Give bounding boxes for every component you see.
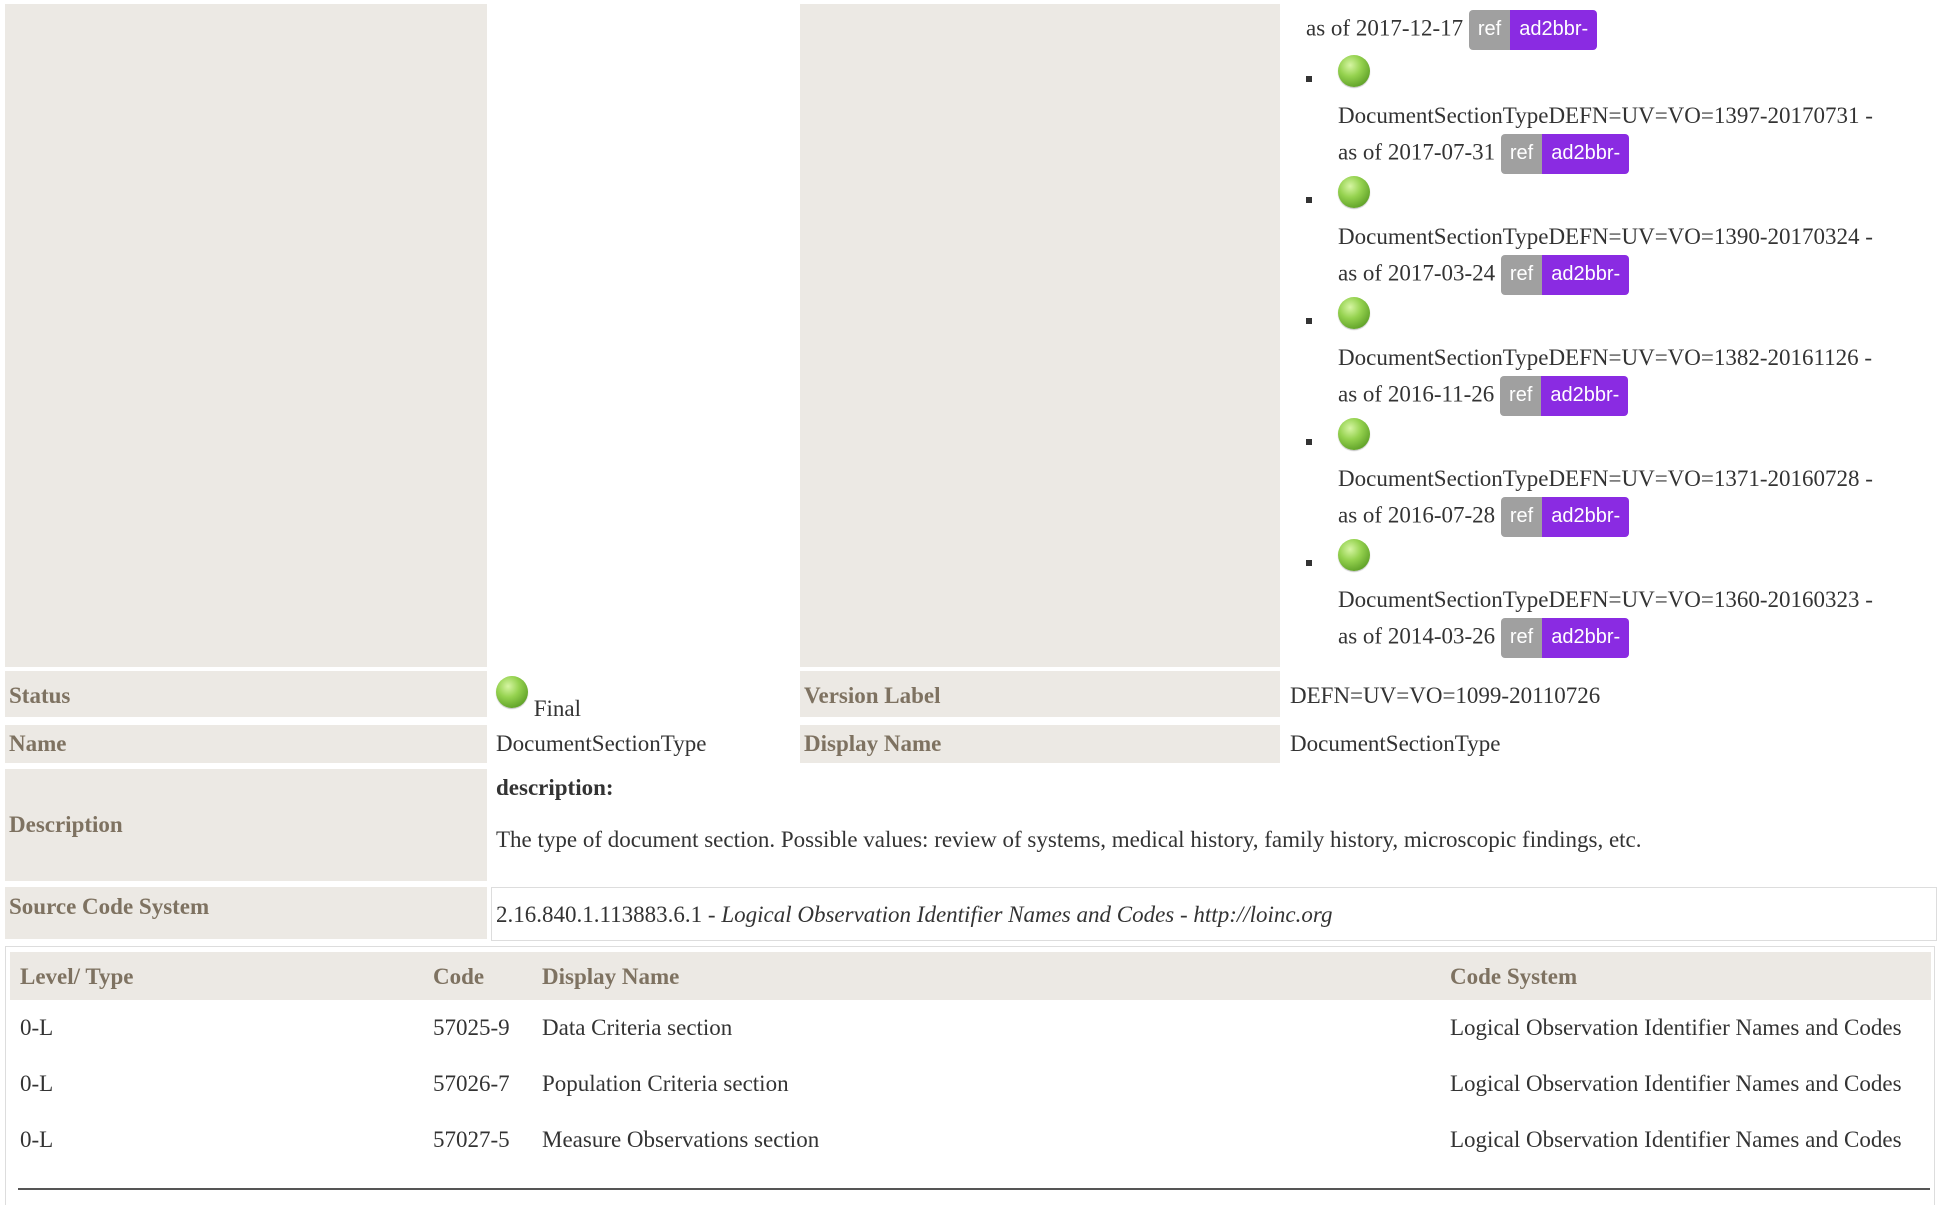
cell-display-name: Measure Observations section — [542, 1127, 820, 1152]
name-label: Name — [5, 725, 487, 763]
version-date: as of 2016-07-28 — [1338, 502, 1496, 528]
status-label: Status — [5, 671, 487, 717]
cell-code-system: Logical Observation Identifier Names and… — [1450, 1127, 1902, 1152]
version-id[interactable]: DocumentSectionTypeDEFN=UV=VO=1382-20161… — [1338, 340, 1936, 376]
cell-code: 57027-5 — [433, 1127, 510, 1152]
status-dot-icon — [1338, 539, 1370, 571]
version-item: DocumentSectionTypeDEFN=UV=VO=1360-20160… — [1338, 539, 1936, 658]
version-badge[interactable]: ad2bbr- — [1510, 10, 1598, 50]
list-bullet — [1306, 76, 1312, 82]
status-text: Final — [533, 696, 582, 721]
ref-badge[interactable]: ref — [1500, 497, 1543, 537]
cell-level-type: 0-L — [20, 1015, 54, 1040]
column-header-code-system: Code System — [1450, 964, 1578, 989]
display-name-label: Display Name — [800, 725, 1280, 763]
cell-code: 57025-9 — [433, 1015, 510, 1040]
status-dot-icon — [1338, 418, 1370, 450]
list-bullet — [1306, 439, 1312, 445]
version-label-label: Version Label — [800, 671, 1280, 717]
status-value: Final — [496, 676, 581, 727]
version-badge[interactable]: ad2bbr- — [1542, 134, 1630, 174]
ref-badge[interactable]: ref — [1500, 376, 1542, 416]
column-header-level-type: Level/ Type — [20, 964, 134, 989]
version-badge[interactable]: ad2bbr- — [1542, 255, 1630, 295]
version-id[interactable]: DocumentSectionTypeDEFN=UV=VO=1397-20170… — [1338, 98, 1936, 134]
version-item: DocumentSectionTypeDEFN=UV=VO=1397-20170… — [1338, 55, 1936, 174]
cell-code-system: Logical Observation Identifier Names and… — [1450, 1071, 1902, 1096]
bottom-divider — [18, 1188, 1930, 1190]
status-dot-icon — [1338, 55, 1370, 87]
column-header-code: Code — [433, 964, 485, 989]
version-id[interactable]: DocumentSectionTypeDEFN=UV=VO=1360-20160… — [1338, 582, 1936, 618]
cell-level-type: 0-L — [20, 1127, 54, 1152]
cell-code-system: Logical Observation Identifier Names and… — [1450, 1015, 1902, 1040]
version-item-fragment: as of 2017-12-17 ref ad2bbr- — [1306, 10, 1936, 50]
version-item: DocumentSectionTypeDEFN=UV=VO=1371-20160… — [1338, 418, 1936, 537]
ref-badge[interactable]: ref — [1500, 618, 1543, 658]
top-mid-block — [800, 4, 1280, 667]
version-item: DocumentSectionTypeDEFN=UV=VO=1390-20170… — [1338, 176, 1936, 295]
description-label: Description — [5, 769, 487, 881]
version-id[interactable]: DocumentSectionTypeDEFN=UV=VO=1371-20160… — [1338, 461, 1936, 497]
version-date: as of 2014-03-26 — [1338, 623, 1496, 649]
cell-code: 57026-7 — [433, 1071, 510, 1096]
version-label-value: DEFN=UV=VO=1099-20110726 — [1290, 683, 1601, 708]
list-bullet — [1306, 197, 1312, 203]
description-text: The type of document section. Possible v… — [496, 827, 1642, 852]
version-date: as of 2017-03-24 — [1338, 260, 1496, 286]
version-badge[interactable]: ad2bbr- — [1542, 618, 1630, 658]
column-header-display-name: Display Name — [542, 964, 680, 989]
top-left-block — [5, 4, 487, 667]
version-id[interactable]: DocumentSectionTypeDEFN=UV=VO=1390-20170… — [1338, 219, 1936, 255]
status-dot-icon — [496, 676, 528, 708]
code-system-sep: - — [1174, 902, 1194, 927]
codes-table-header — [10, 952, 1931, 1000]
version-date: as of 2017-12-17 — [1306, 15, 1464, 41]
code-system-name: Logical Observation Identifier Names and… — [721, 902, 1175, 927]
list-bullet — [1306, 318, 1312, 324]
source-code-system-label: Source Code System — [5, 887, 487, 939]
status-dot-icon — [1338, 297, 1370, 329]
code-system-url[interactable]: http://loinc.org — [1193, 902, 1332, 927]
status-dot-icon — [1338, 176, 1370, 208]
cell-display-name: Data Criteria section — [542, 1015, 733, 1040]
version-badge[interactable]: ad2bbr- — [1542, 497, 1630, 537]
version-date: as of 2017-07-31 — [1338, 139, 1496, 165]
version-date: as of 2016-11-26 — [1338, 381, 1495, 407]
ref-badge[interactable]: ref — [1500, 134, 1543, 174]
cell-display-name: Population Criteria section — [542, 1071, 789, 1096]
ref-badge[interactable]: ref — [1468, 10, 1511, 50]
source-code-system-value: 2.16.840.1.113883.6.1 - Logical Observat… — [496, 899, 1332, 931]
code-system-oid: 2.16.840.1.113883.6.1 - — [496, 902, 722, 927]
name-value: DocumentSectionType — [496, 731, 707, 756]
version-item: DocumentSectionTypeDEFN=UV=VO=1382-20161… — [1338, 297, 1936, 416]
description-heading: description: — [496, 775, 614, 800]
display-name-value: DocumentSectionType — [1290, 731, 1501, 756]
cell-level-type: 0-L — [20, 1071, 54, 1096]
ref-badge[interactable]: ref — [1500, 255, 1543, 295]
version-badge[interactable]: ad2bbr- — [1541, 376, 1629, 416]
list-bullet — [1306, 560, 1312, 566]
